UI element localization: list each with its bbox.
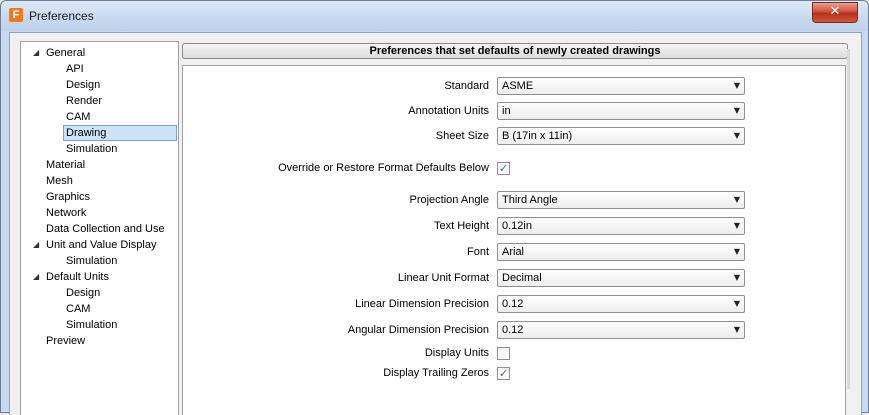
tree-item-label: General [46,47,86,59]
tree-item-label: Mesh [46,175,73,187]
chevron-down-icon: ▼ [733,273,740,282]
tree-item-default-units[interactable]: ◢ Default Units [33,269,109,285]
tree-item-label: Simulation [66,255,118,267]
chevron-down-icon: ▼ [733,221,740,230]
tree-item-mesh[interactable]: Mesh [46,173,73,189]
tree-item-label: Simulation [66,319,118,331]
standard-label: Standard [444,80,489,92]
override-defaults-checkbox[interactable]: ✓ [497,162,510,175]
tree-item-default-design[interactable]: Design [66,285,100,301]
tree-item-label: CAM [66,303,91,315]
select-value: 0.12 [502,298,524,310]
tree-item-label: Drawing [66,127,107,139]
standard-select[interactable]: ASME ▼ [497,77,745,95]
text-height-select[interactable]: 0.12in ▼ [497,217,745,235]
tree-item-drawing[interactable]: Drawing [63,125,177,141]
annotation-units-label: Annotation Units [408,105,489,117]
text-height-label: Text Height [433,220,489,232]
select-value: Arial [502,246,525,258]
select-value: 0.12in [502,220,532,232]
close-icon: ✕ [829,4,841,19]
chevron-down-icon: ▼ [733,195,740,204]
tree-item-label: Render [66,95,103,107]
section-header: Preferences that set defaults of newly c… [182,43,848,59]
close-button[interactable]: ✕ [812,2,858,23]
tree-item-unit-simulation[interactable]: Simulation [66,253,117,269]
tree-item-label: Design [66,287,101,299]
select-value: Third Angle [502,194,558,206]
tree-item-default-cam[interactable]: CAM [66,301,90,317]
select-value: in [502,105,511,117]
window-edge-strip [847,49,850,389]
drawing-settings-panel: Standard ASME ▼ Annotation Units in ▼ Sh… [182,65,846,415]
select-value: Decimal [502,272,542,284]
display-units-label: Display Units [424,347,489,359]
chevron-down-icon: ▼ [733,247,740,256]
tree-item-unit-and-value-display[interactable]: ◢ Unit and Value Display [33,237,157,253]
chevron-down-icon: ▼ [733,106,740,115]
tree-item-label: Default Units [46,271,109,283]
tree-item-label: Data Collection and Use [46,223,165,235]
dialog-client-area: ◢ General API Design Render CAM Drawing … [9,32,862,415]
projection-angle-select[interactable]: Third Angle ▼ [497,191,745,209]
tree-item-api[interactable]: API [66,61,84,77]
app-icon: F [9,8,23,22]
override-defaults-label: Override or Restore Format Defaults Belo… [278,162,489,174]
tree-item-label: Unit and Value Display [46,239,157,251]
projection-angle-label: Projection Angle [409,194,490,206]
tree-item-data-collection[interactable]: Data Collection and Use [46,221,165,237]
chevron-down-icon: ▼ [733,131,740,140]
tree-item-label: CAM [66,111,91,123]
tree-item-label: Design [66,79,101,91]
title-bar[interactable]: F Preferences ✕ [1,1,868,31]
chevron-down-icon: ▼ [733,81,740,90]
display-trailing-zeros-label: Display Trailing Zeros [383,367,489,379]
chevron-down-icon: ▼ [733,299,740,308]
check-icon: ✓ [498,367,509,380]
select-value: ASME [502,80,534,92]
tree-item-material[interactable]: Material [46,157,85,173]
font-label: Font [466,246,489,258]
annotation-units-select[interactable]: in ▼ [497,102,745,120]
tree-item-label: Preview [46,335,86,347]
display-trailing-zeros-checkbox[interactable]: ✓ [497,367,510,380]
expand-arrow-icon[interactable]: ◢ [33,269,39,285]
check-icon: ✓ [498,162,509,175]
linear-dimension-precision-label: Linear Dimension Precision [355,298,489,310]
preferences-tree: ◢ General API Design Render CAM Drawing … [20,41,179,415]
tree-item-render[interactable]: Render [66,93,102,109]
linear-dimension-precision-select[interactable]: 0.12 ▼ [497,295,745,313]
tree-item-general[interactable]: ◢ General [33,45,86,61]
tree-item-design[interactable]: Design [66,77,100,93]
angular-dimension-precision-select[interactable]: 0.12 ▼ [497,321,745,339]
tree-item-label: Network [46,207,87,219]
display-units-checkbox[interactable] [497,347,510,360]
tree-item-graphics[interactable]: Graphics [46,189,90,205]
tree-item-label: Simulation [66,143,118,155]
tree-item-default-simulation[interactable]: Simulation [66,317,117,333]
tree-item-label: Material [46,159,86,171]
tree-item-network[interactable]: Network [46,205,86,221]
chevron-down-icon: ▼ [733,325,740,334]
sheet-size-label: Sheet Size [435,130,489,142]
select-value: B (17in x 11in) [502,130,573,142]
tree-item-label: API [66,63,84,75]
tree-item-simulation[interactable]: Simulation [66,141,117,157]
tree-item-label: Graphics [46,191,91,203]
tree-item-cam[interactable]: CAM [66,109,90,125]
linear-unit-format-label: Linear Unit Format [397,272,489,284]
expand-arrow-icon[interactable]: ◢ [33,45,39,61]
tree-item-preview[interactable]: Preview [46,333,85,349]
select-value: 0.12 [502,324,524,336]
sheet-size-select[interactable]: B (17in x 11in) ▼ [497,127,745,145]
font-select[interactable]: Arial ▼ [497,243,745,261]
preferences-window: F Preferences ✕ ◢ General API Design Ren… [0,0,869,415]
expand-arrow-icon[interactable]: ◢ [33,237,39,253]
window-title: Preferences [29,9,94,23]
linear-unit-format-select[interactable]: Decimal ▼ [497,269,745,287]
angular-dimension-precision-label: Angular Dimension Precision [347,324,489,336]
